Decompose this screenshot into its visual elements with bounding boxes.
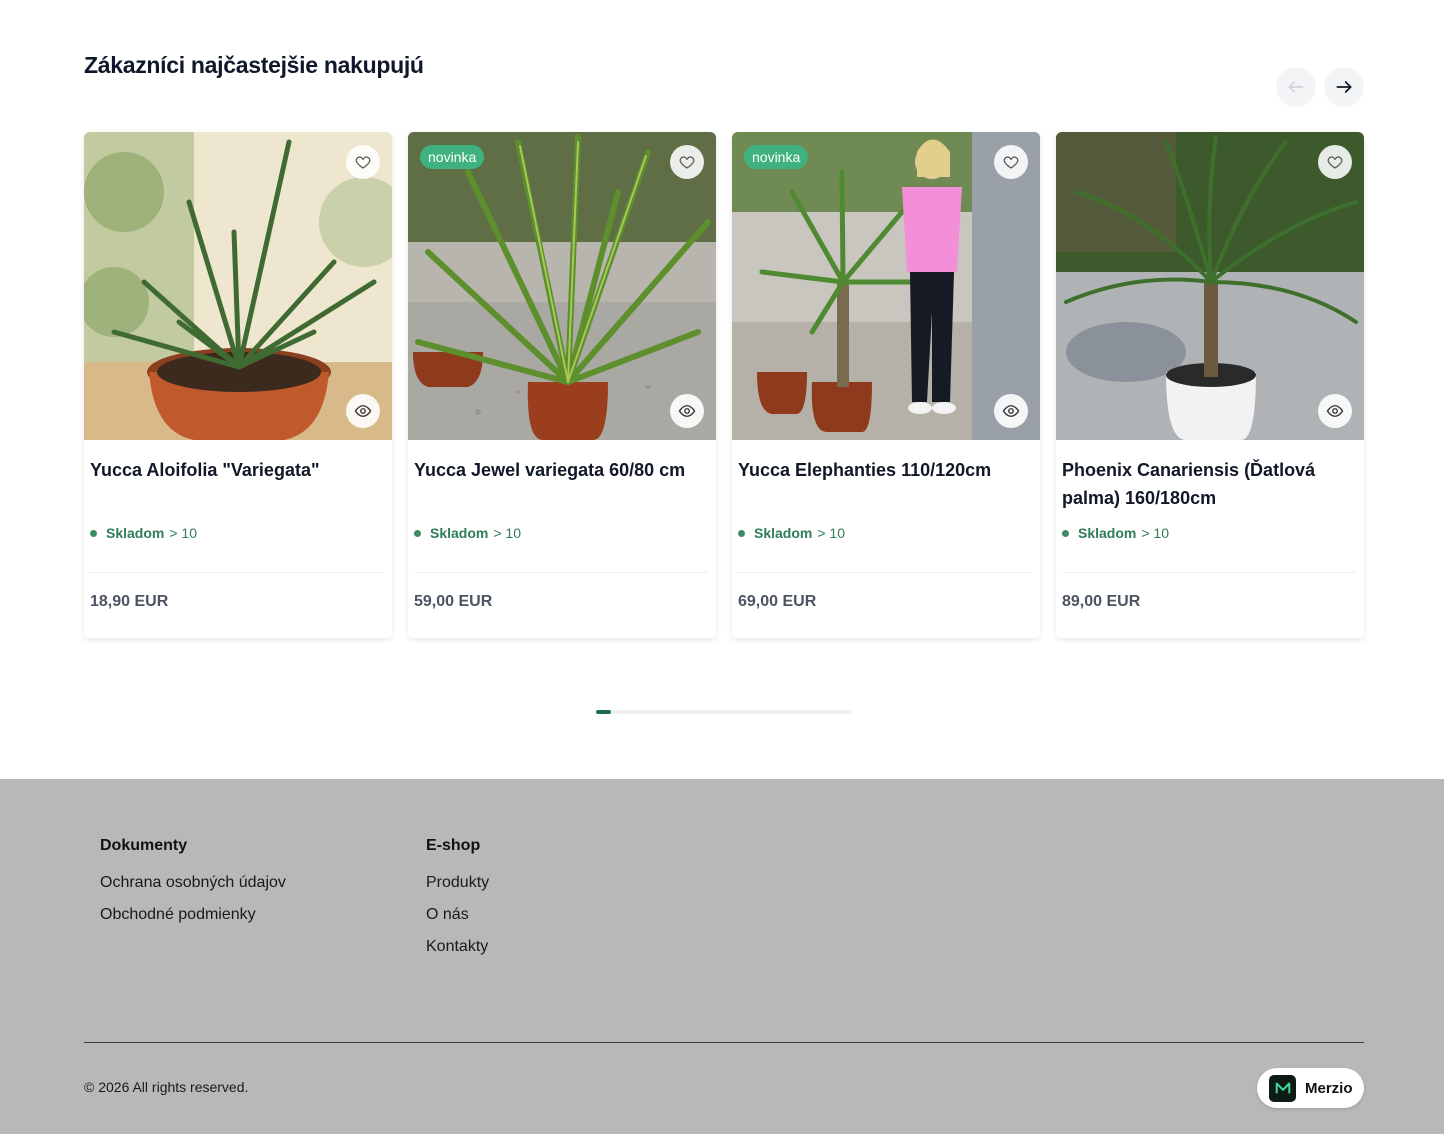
divider [90,572,384,573]
footer-link-products[interactable]: Produkty [426,873,489,893]
divider [738,572,1032,573]
product-price: 18,90 EUR [90,593,169,610]
merzio-badge[interactable]: Merzio [1257,1068,1364,1108]
carousel-next-button[interactable] [1324,67,1364,107]
product-card[interactable]: novinka Yucca Jewel variegata 60/80 cm S… [408,132,716,638]
stock-dot-icon [738,529,745,537]
product-image[interactable] [84,132,392,440]
quick-view-button[interactable] [346,394,380,428]
new-badge: novinka [420,145,485,169]
product-card[interactable]: Phoenix Canariensis (Ďatlová palma) 160/… [1056,132,1364,638]
product-carousel: Yucca Aloifolia "Variegata" Skladom > 10… [84,132,1364,638]
wishlist-button[interactable] [1318,145,1352,179]
footer: Dokumenty Ochrana osobných údajov Obchod… [0,779,1444,1134]
footer-divider [84,1042,1364,1043]
phoenix-canariensis-photo [1056,132,1364,440]
yucca-aloifolia-photo [84,132,392,440]
quick-view-button[interactable] [994,394,1028,428]
heart-icon [355,156,371,169]
stock-status: Skladom > 10 [414,525,521,541]
quick-view-button[interactable] [670,394,704,428]
footer-column-eshop: E-shop Produkty O nás Kontakty [426,837,489,969]
product-card[interactable]: Yucca Aloifolia "Variegata" Skladom > 10… [84,132,392,638]
stock-dot-icon [1062,529,1069,537]
heart-icon [679,156,695,169]
product-card[interactable]: novinka Yucca Elephanties 110/120cm Skla… [732,132,1040,638]
yucca-elephanties-photo [732,132,1040,440]
footer-column-title: E-shop [426,837,481,854]
stock-label: Skladom [1078,525,1137,541]
eye-icon [1002,405,1020,417]
stock-status: Skladom > 10 [738,525,845,541]
footer-link-about[interactable]: O nás [426,905,489,925]
product-image[interactable]: novinka [408,132,716,440]
stock-dot-icon [90,529,97,537]
eye-icon [1326,405,1344,417]
carousel-progress[interactable] [596,710,852,714]
product-name[interactable]: Yucca Aloifolia "Variegata" [90,456,380,484]
footer-column-documents: Dokumenty Ochrana osobných údajov Obchod… [100,837,286,937]
copyright: © 2026 All rights reserved. [84,1079,249,1095]
footer-link-contacts[interactable]: Kontakty [426,937,489,957]
arrow-right-icon [1336,81,1352,93]
merzio-logo-icon [1269,1074,1296,1102]
product-image[interactable] [1056,132,1364,440]
stock-count: > 10 [1141,525,1169,541]
stock-label: Skladom [754,525,813,541]
stock-dot-icon [414,529,421,537]
stock-count: > 10 [169,525,197,541]
product-image[interactable]: novinka [732,132,1040,440]
stock-count: > 10 [817,525,845,541]
product-price: 89,00 EUR [1062,593,1141,610]
heart-icon [1003,156,1019,169]
product-price: 69,00 EUR [738,593,817,610]
stock-count: > 10 [493,525,521,541]
merzio-label: Merzio [1305,1079,1353,1097]
wishlist-button[interactable] [346,145,380,179]
heart-icon [1327,156,1343,169]
divider [1062,572,1356,573]
arrow-left-icon [1288,81,1304,93]
footer-column-title: Dokumenty [100,837,188,854]
quick-view-button[interactable] [1318,394,1352,428]
footer-link-terms[interactable]: Obchodné podmienky [100,905,286,925]
yucca-jewel-photo [408,132,716,440]
eye-icon [354,405,372,417]
stock-status: Skladom > 10 [90,525,197,541]
stock-label: Skladom [106,525,165,541]
new-badge: novinka [744,145,809,169]
footer-link-privacy[interactable]: Ochrana osobných údajov [100,873,286,893]
carousel-progress-fill [596,710,611,714]
product-name[interactable]: Yucca Jewel variegata 60/80 cm [414,456,704,484]
product-name[interactable]: Yucca Elephanties 110/120cm [738,456,1028,484]
stock-label: Skladom [430,525,489,541]
product-name[interactable]: Phoenix Canariensis (Ďatlová palma) 160/… [1062,456,1352,512]
wishlist-button[interactable] [670,145,704,179]
stock-status: Skladom > 10 [1062,525,1169,541]
eye-icon [678,405,696,417]
section-title: Zákazníci najčastejšie nakupujú [84,52,424,78]
product-price: 59,00 EUR [414,593,493,610]
divider [414,572,708,573]
wishlist-button[interactable] [994,145,1028,179]
merzio-logo-mark [1275,1082,1290,1094]
carousel-prev-button[interactable] [1276,67,1316,107]
